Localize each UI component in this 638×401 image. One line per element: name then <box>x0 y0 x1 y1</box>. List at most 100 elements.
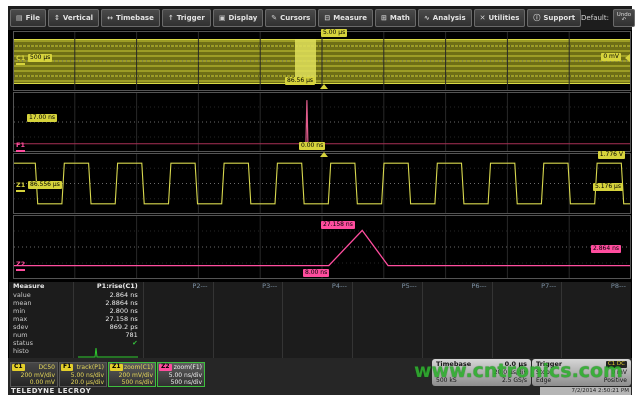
menu-label: Utilities <box>489 14 520 22</box>
measure-column-header[interactable]: P4--- <box>283 282 352 291</box>
measure-column-header[interactable]: P1:rise(C1) <box>74 282 143 291</box>
c1-trigger-level-tag[interactable]: 0 mV <box>601 53 621 61</box>
measure-histogram-cell <box>144 347 213 358</box>
measure-max <box>423 315 492 323</box>
measure-row-label: mean <box>13 299 73 307</box>
menu-right: Default: Undo ↶ <box>581 9 635 27</box>
measure-sdev <box>283 323 352 331</box>
timestamp: 7/2/2014 2:50:21 PM <box>540 387 631 395</box>
measure-column-p4[interactable]: P4--- <box>282 282 352 358</box>
menu-cursors-button[interactable]: ✎Cursors <box>265 9 316 27</box>
timebase-icon: ↔ <box>107 14 113 22</box>
menu-label: Analysis <box>433 14 466 22</box>
descriptor-offset: 500 ns/div <box>171 380 202 387</box>
measure-histogram-cell <box>283 347 352 358</box>
measure-value <box>423 291 492 299</box>
menu-math-button[interactable]: ⊞Math <box>375 9 416 27</box>
measure-num <box>562 331 631 339</box>
grid-z2-zoom[interactable]: Z2 27.158 ns 2.864 ns 8.00 ns <box>13 215 631 279</box>
measure-status <box>353 339 422 347</box>
menu-display-button[interactable]: ▣Display <box>213 9 263 27</box>
grid-z1-zoom[interactable]: Z1 86.556 μs 1.776 V 5.176 μs <box>13 153 631 214</box>
measure-histogram-cell <box>493 347 562 358</box>
trace-label-f1[interactable]: F1 <box>16 142 25 152</box>
measure-sdev <box>353 323 422 331</box>
menu-label: Measure <box>333 14 367 22</box>
measure-sdev: 869.2 ps <box>74 323 143 331</box>
measure-num <box>423 331 492 339</box>
measure-column-header[interactable]: P3--- <box>214 282 283 291</box>
measure-column-header[interactable]: P7--- <box>493 282 562 291</box>
support-icon: ⓘ <box>533 13 540 23</box>
descriptor-f1[interactable]: F1track(P1)5.00 ns/div20.0 μs/div <box>59 362 107 387</box>
menu-label: Math <box>390 14 410 22</box>
cursors-icon: ✎ <box>271 14 277 22</box>
measure-column-header[interactable]: P2--- <box>144 282 213 291</box>
z1-position-marker-icon[interactable] <box>320 152 328 157</box>
descriptor-offset: 500 ns/div <box>122 380 153 387</box>
undo-button[interactable]: Undo ↶ <box>613 9 635 27</box>
c1-top-tag: 5.00 μs <box>321 29 347 37</box>
measure-max <box>493 315 562 323</box>
menu-items: ▤File↕Vertical↔Timebase↑Trigger▣Display✎… <box>10 9 581 27</box>
descriptor-tab: F1 <box>61 364 73 371</box>
trigger-icon: ↑ <box>168 14 174 22</box>
descriptor-c1[interactable]: C1DC50200 mV/div0.00 mV <box>10 362 58 387</box>
f1-bottom-tag: 0.00 ns <box>299 142 325 150</box>
menu-support-button[interactable]: ⓘSupport <box>527 9 581 27</box>
measure-row-label: max <box>13 315 73 323</box>
measure-min: 2.800 ns <box>74 307 143 315</box>
measure-column-p5[interactable]: P5--- <box>352 282 422 358</box>
measure-min <box>423 307 492 315</box>
descriptor-tab: Z2 <box>159 364 172 371</box>
measure-value <box>144 291 213 299</box>
measure-status <box>144 339 213 347</box>
menu-label: Support <box>543 14 575 22</box>
measure-column-header[interactable]: P8--- <box>562 282 631 291</box>
status-check-icon: ✔ <box>132 339 137 347</box>
descriptor-offset: 20.0 μs/div <box>71 380 104 387</box>
measure-value: 2.864 ns <box>74 291 143 299</box>
measure-min <box>144 307 213 315</box>
measure-status <box>214 339 283 347</box>
grid-f1-track[interactable]: F1 17.00 ns 0.00 ns <box>13 92 631 152</box>
menu-label: Timebase <box>116 14 154 22</box>
trace-label-z2[interactable]: Z2 <box>16 261 25 271</box>
measure-histogram-cell <box>74 347 143 358</box>
measure-mean: 2.8864 ns <box>74 299 143 307</box>
measure-mean <box>423 299 492 307</box>
menu-vertical-button[interactable]: ↕Vertical <box>48 9 99 27</box>
measure-histogram-cell <box>423 347 492 358</box>
analysis-icon: ∿ <box>424 14 430 22</box>
measure-table: Measurevaluemeanminmaxsdevnumstatushisto… <box>9 282 631 358</box>
menu-trigger-button[interactable]: ↑Trigger <box>162 9 211 27</box>
measure-column-p8[interactable]: P8--- <box>561 282 631 358</box>
trace-label-c1[interactable]: C1 <box>16 55 25 65</box>
measure-column-p6[interactable]: P6--- <box>422 282 492 358</box>
menu-file-button[interactable]: ▤File <box>10 9 46 27</box>
measure-column-header[interactable]: P5--- <box>353 282 422 291</box>
vertical-icon: ↕ <box>54 14 60 22</box>
measure-max <box>283 315 352 323</box>
trigger-level-marker-icon[interactable] <box>625 54 630 62</box>
zoom-position-marker-icon[interactable] <box>320 84 328 89</box>
menu-timebase-button[interactable]: ↔Timebase <box>101 9 160 27</box>
math-icon: ⊞ <box>381 14 387 22</box>
trace-label-z1[interactable]: Z1 <box>16 182 25 192</box>
measure-status <box>423 339 492 347</box>
measure-num: 781 <box>74 331 143 339</box>
z2-bottom-tag: 8.00 ns <box>303 269 329 277</box>
descriptor-z2[interactable]: Z2zoom(F1)5.00 ns/div500 ns/div <box>157 362 205 387</box>
grid-c1[interactable]: C1 500 μs 5.00 μs 86.56 μs 0 mV <box>13 31 631 91</box>
measure-column-p2[interactable]: P2--- <box>143 282 213 358</box>
measure-column-p1risec1[interactable]: P1:rise(C1)2.864 ns2.8864 ns2.800 ns27.1… <box>73 282 143 358</box>
menu-utilities-button[interactable]: ✕Utilities <box>474 9 526 27</box>
histogram-sparkline <box>78 347 138 358</box>
measure-column-p7[interactable]: P7--- <box>492 282 562 358</box>
descriptor-tab: C1 <box>12 364 25 371</box>
measure-column-header[interactable]: P6--- <box>423 282 492 291</box>
descriptor-z1[interactable]: Z1zoom(C1)200 mV/div500 ns/div <box>108 362 156 387</box>
measure-column-p3[interactable]: P3--- <box>213 282 283 358</box>
menu-measure-button[interactable]: ⊟Measure <box>318 9 373 27</box>
menu-analysis-button[interactable]: ∿Analysis <box>418 9 472 27</box>
